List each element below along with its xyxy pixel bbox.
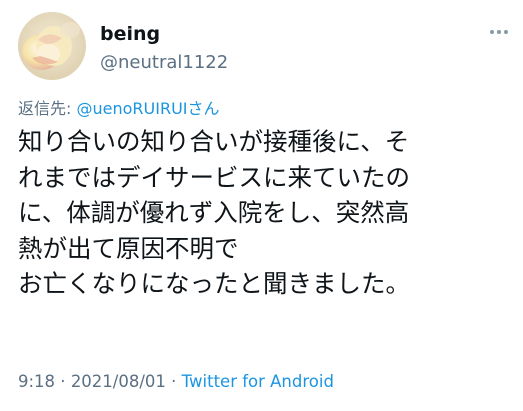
tweet-source-link[interactable]: Twitter for Android	[182, 372, 334, 391]
more-options-icon	[490, 30, 508, 34]
tweet-time[interactable]: 9:18	[18, 372, 55, 391]
tweet-card: being @neutral1122 返信先: @uenoRUIRUIさん 知り…	[0, 0, 523, 411]
meta-separator: ·	[165, 372, 182, 391]
reply-prefix: 返信先:	[18, 99, 77, 118]
tweet-date[interactable]: 2021/08/01	[71, 372, 166, 391]
tweet-metadata: 9:18 · 2021/08/01 · Twitter for Android	[18, 372, 334, 391]
tweet-text-line: 知り合いの知り合いが接種後に、そ	[18, 127, 410, 156]
rose-avatar-icon	[18, 12, 86, 80]
ellipsis-icon[interactable]	[489, 22, 509, 38]
meta-separator: ·	[55, 372, 71, 391]
tweet-text-line: お亡くなりになったと聞きました。	[18, 269, 410, 298]
tweet-text: 知り合いの知り合いが接種後に、そ れまではデイサービスに来ていたの に、体調が優…	[18, 124, 513, 302]
reply-context: 返信先: @uenoRUIRUIさん	[18, 95, 220, 119]
tweet-text-line: れまではデイサービスに来ていたの	[18, 162, 410, 192]
tweet-text-line: 熱が出て原因不明で	[18, 233, 239, 263]
reply-mention-link[interactable]: @uenoRUIRUIさん	[76, 99, 219, 118]
author-display-name[interactable]: being	[100, 23, 160, 45]
author-handle[interactable]: @neutral1122	[100, 52, 228, 73]
author-avatar[interactable]	[18, 12, 86, 80]
tweet-text-line: に、体調が優れず入院をし、突然高	[18, 198, 410, 227]
